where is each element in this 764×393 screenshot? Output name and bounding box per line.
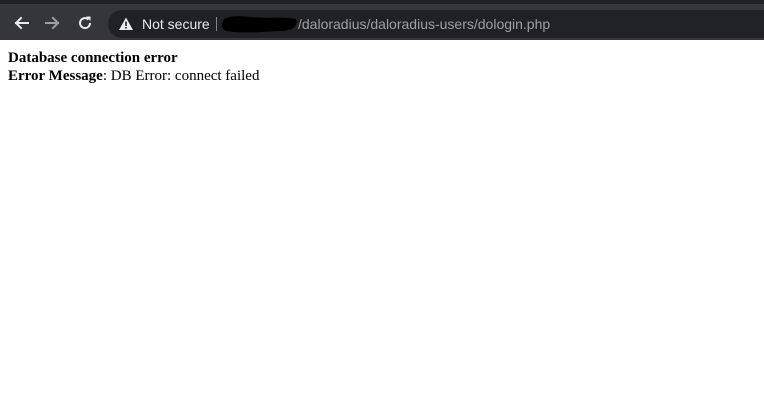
forward-arrow-icon (45, 16, 60, 30)
reload-icon (79, 16, 92, 30)
error-message-label: Error Message (8, 68, 103, 84)
not-secure-label: Not secure (142, 16, 210, 32)
omnibox-divider (216, 17, 217, 31)
reload-button[interactable] (72, 10, 98, 36)
browser-toolbar: Not secure /daloradius/daloradius-users/… (0, 0, 764, 40)
url-path-text[interactable]: /daloradius/daloradius-users/dologin.php (298, 10, 550, 38)
forward-button[interactable] (40, 10, 66, 36)
page-content: Database connection error Error Message:… (8, 49, 259, 85)
error-message-text: DB Error: connect failed (110, 68, 260, 84)
error-title: Database connection error (8, 50, 178, 66)
address-bar[interactable]: Not secure /daloradius/daloradius-users/… (108, 10, 764, 38)
error-separator: : (102, 68, 111, 84)
security-indicator[interactable]: Not secure (118, 10, 210, 38)
redacted-hostname (221, 16, 297, 33)
back-arrow-icon (14, 16, 29, 30)
back-button[interactable] (8, 10, 34, 36)
warning-triangle-icon (119, 17, 133, 30)
